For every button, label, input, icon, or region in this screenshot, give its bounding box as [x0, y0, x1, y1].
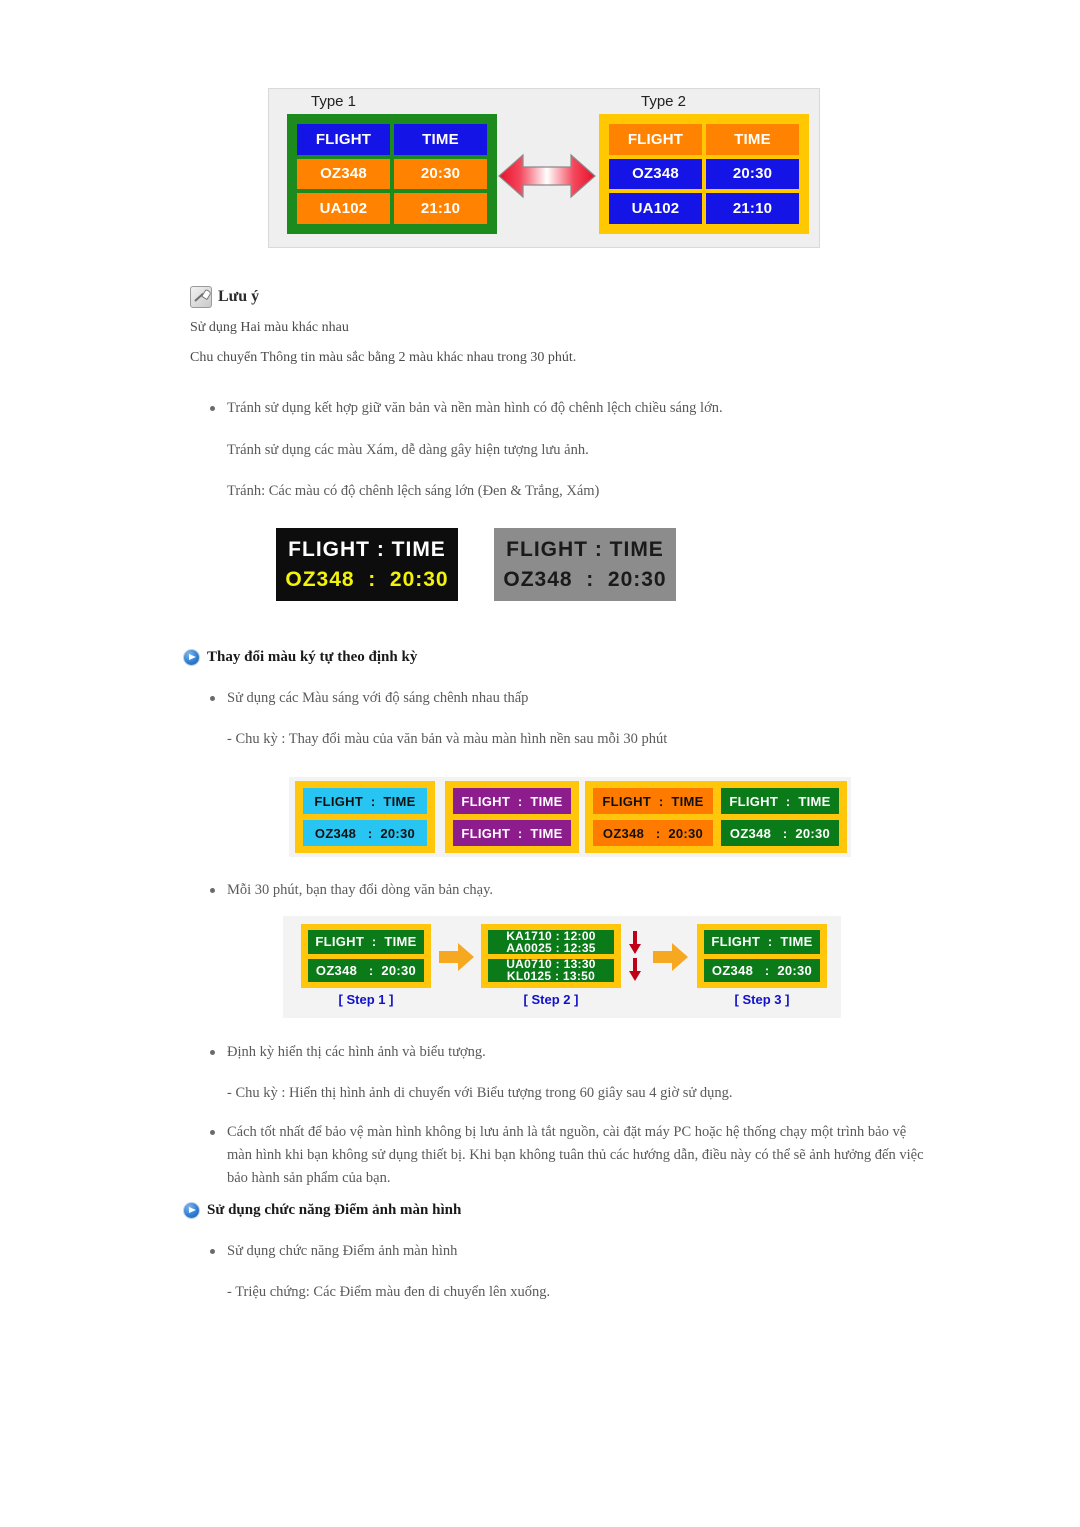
color-change-bullet-2-text: Mỗi 30 phút, bạn thay đổi dòng văn bản c… — [227, 882, 494, 898]
flight-board-type2: FLIGHT TIME OZ348 20:30 UA102 21:10 — [599, 114, 809, 234]
avoid-bullet-1-text: Tránh sử dụng kết hợp giữ văn bản và nền… — [227, 400, 723, 416]
type1-label: Type 1 — [311, 93, 357, 110]
note-line-1: Sử dụng Hai màu khác nhau — [190, 320, 349, 335]
step-1-panel: FLIGHT : TIME OZ348 : 20:30 — [301, 924, 431, 988]
orange-right-arrow-icon — [439, 942, 475, 977]
board1-cell-time: TIME — [394, 124, 487, 155]
board2-cell-time: TIME — [706, 124, 799, 155]
color-change-bullet-1: Sử dụng các Màu sáng với độ sáng chênh n… — [210, 688, 970, 710]
step-2-panel: KA1710 : 12:00 AA0025 : 12:35 UA0710 : 1… — [481, 924, 621, 988]
step-1-line-1: FLIGHT : TIME — [308, 930, 424, 954]
colour-panel-cyan: FLIGHT : TIME OZ348 : 20:30 — [295, 781, 435, 853]
step-3-label: [ Step 3 ] — [734, 992, 790, 1007]
image-display-bullet-1-text: Định kỳ hiển thị các hình ảnh và biểu tư… — [227, 1044, 486, 1060]
section-heading-color-change-text: Thay đổi màu ký tự theo định kỳ — [207, 649, 418, 665]
panel-purple-line-2: FLIGHT : TIME — [453, 820, 571, 846]
bullet-dot-icon — [210, 696, 215, 701]
panel-cyan-line-2: OZ348 : 20:30 — [303, 820, 427, 846]
step-2-line-1a: KA1710 : 12:00 — [506, 930, 596, 943]
color-change-sub-1: - Chu kỳ : Thay đổi màu của văn bản và m… — [227, 731, 668, 747]
step-1-label: [ Step 1 ] — [338, 992, 394, 1007]
board2-cell-flight: FLIGHT — [609, 124, 702, 155]
red-down-arrow-icon — [628, 931, 642, 960]
avoid-text-2: Tránh sử dụng các màu Xám, dễ dàng gây h… — [227, 442, 589, 458]
colour-panel-orange: FLIGHT : TIME OZ348 : 20:30 — [585, 781, 721, 853]
type2-label: Type 2 — [641, 93, 687, 110]
gray-sample-line-2: OZ348 : 20:30 — [503, 567, 667, 591]
image-display-bullet-2-line-1: Cách tốt nhất để bảo vệ màn hình không b… — [227, 1124, 907, 1140]
gray-flight-time-sample: FLIGHT : TIME OZ348 : 20:30 — [494, 528, 676, 601]
image-display-bullet-2: Cách tốt nhất để bảo vệ màn hình không b… — [210, 1122, 1010, 1144]
board1-cell-2110: 21:10 — [394, 193, 487, 224]
board2-cell-2110: 21:10 — [706, 193, 799, 224]
bullet-dot-icon — [210, 1130, 215, 1135]
double-horizontal-arrow-icon — [497, 151, 597, 206]
step-1-line-2: OZ348 : 20:30 — [308, 958, 424, 982]
pixel-shift-sub-1: - Triệu chứng: Các Điểm màu đen di chuyể… — [227, 1284, 551, 1300]
panel-green-line-2: OZ348 : 20:30 — [721, 820, 839, 846]
step-2-label: [ Step 2 ] — [523, 992, 579, 1007]
bullet-dot-icon — [210, 1249, 215, 1254]
step-3-panel: FLIGHT : TIME OZ348 : 20:30 — [697, 924, 827, 988]
section-heading-color-change: Thay đổi màu ký tự theo định kỳ — [184, 649, 417, 666]
black-sample-line-2: OZ348 : 20:30 — [285, 567, 449, 591]
step-2-line-2: UA0710 : 13:30 KL0125 : 13:50 — [488, 958, 614, 982]
black-sample-line-1: FLIGHT : TIME — [288, 537, 446, 561]
note-pencil-icon — [190, 286, 212, 308]
blue-arrow-bullet-icon — [184, 650, 199, 665]
step-2-line-1b: AA0025 : 12:35 — [506, 940, 596, 954]
figure-type1-type2: Type 1 Type 2 FLIGHT TIME OZ348 20:30 UA… — [268, 88, 820, 248]
panel-orange-line-2: OZ348 : 20:30 — [593, 820, 713, 846]
bullet-dot-icon — [210, 888, 215, 893]
board1-cell-oz348: OZ348 — [297, 158, 390, 190]
black-flight-time-sample: FLIGHT : TIME OZ348 : 20:30 — [276, 528, 458, 601]
colour-panel-purple: FLIGHT : TIME FLIGHT : TIME — [445, 781, 579, 853]
figure-four-colour-panels: FLIGHT : TIME OZ348 : 20:30 FLIGHT : TIM… — [289, 777, 851, 857]
avoid-text-3: Tránh: Các màu có độ chênh lệch sáng lớn… — [227, 483, 600, 499]
panel-orange-line-1: FLIGHT : TIME — [593, 788, 713, 814]
colour-panel-green: FLIGHT : TIME OZ348 : 20:30 — [713, 781, 847, 853]
color-change-bullet-2: Mỗi 30 phút, bạn thay đổi dòng văn bản c… — [210, 880, 970, 902]
document-page: Type 1 Type 2 FLIGHT TIME OZ348 20:30 UA… — [0, 0, 1080, 1527]
gray-sample-line-1: FLIGHT : TIME — [506, 537, 664, 561]
step-3-line-2: OZ348 : 20:30 — [704, 958, 820, 982]
pixel-shift-bullet-1-text: Sử dụng chức năng Điểm ảnh màn hình — [227, 1243, 458, 1259]
panel-cyan-line-1: FLIGHT : TIME — [303, 788, 427, 814]
red-down-arrow-icon — [628, 958, 642, 987]
board1-cell-flight: FLIGHT — [297, 124, 390, 155]
image-display-bullet-2-line-2: màn hình khi bạn không sử dụng thiết bị.… — [227, 1147, 924, 1163]
avoid-bullet-1: Tránh sử dụng kết hợp giữ văn bản và nền… — [210, 398, 970, 420]
image-display-bullet-2-line-3: bảo hành sản phẩm của bạn. — [227, 1170, 391, 1186]
bullet-dot-icon — [210, 406, 215, 411]
note-block: Lưu ý Sử dụng Hai màu khác nhau Chu chuy… — [190, 286, 930, 368]
panel-purple-line-1: FLIGHT : TIME — [453, 788, 571, 814]
figure-step-diagram: FLIGHT : TIME OZ348 : 20:30 [ Step 1 ] K… — [283, 916, 841, 1018]
board2-cell-ua102: UA102 — [609, 193, 702, 224]
panel-green-line-1: FLIGHT : TIME — [721, 788, 839, 814]
note-line-2: Chu chuyển Thông tin màu sắc bằng 2 màu … — [190, 350, 577, 365]
pixel-shift-bullet-1: Sử dụng chức năng Điểm ảnh màn hình — [210, 1241, 970, 1263]
note-title-row: Lưu ý — [190, 286, 930, 308]
step-2-line-1: KA1710 : 12:00 AA0025 : 12:35 — [488, 930, 614, 954]
section-heading-pixel-shift-text: Sử dụng chức năng Điểm ảnh màn hình — [207, 1202, 462, 1218]
bullet-dot-icon — [210, 1050, 215, 1055]
color-change-bullet-1-text: Sử dụng các Màu sáng với độ sáng chênh n… — [227, 690, 529, 706]
step-2-line-2b: KL0125 : 13:50 — [506, 969, 596, 982]
image-display-bullet-1: Định kỳ hiển thị các hình ảnh và biểu tư… — [210, 1042, 990, 1064]
board2-cell-oz348: OZ348 — [609, 158, 702, 190]
blue-arrow-bullet-icon — [184, 1203, 199, 1218]
section-heading-pixel-shift: Sử dụng chức năng Điểm ảnh màn hình — [184, 1202, 461, 1219]
board1-cell-ua102: UA102 — [297, 193, 390, 224]
flight-board-type1: FLIGHT TIME OZ348 20:30 UA102 21:10 — [287, 114, 497, 234]
image-display-sub-1: - Chu kỳ : Hiển thị hình ảnh di chuyển v… — [227, 1085, 733, 1101]
step-3-line-1: FLIGHT : TIME — [704, 930, 820, 954]
board1-cell-2030: 20:30 — [394, 158, 487, 190]
note-title: Lưu ý — [218, 288, 260, 305]
orange-right-arrow-icon — [653, 942, 689, 977]
board2-cell-2030: 20:30 — [706, 158, 799, 190]
